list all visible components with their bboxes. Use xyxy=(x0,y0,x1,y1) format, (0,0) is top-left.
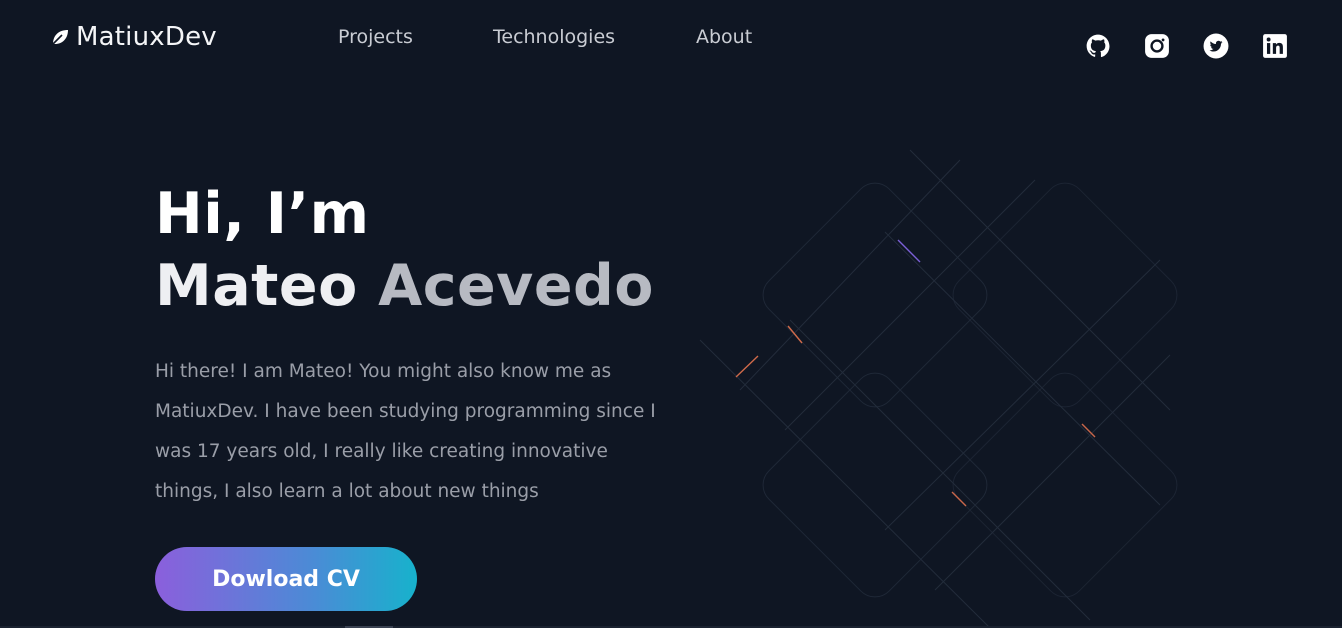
linkedin-icon[interactable] xyxy=(1262,33,1288,59)
brand-name: MatiuxDev xyxy=(76,22,217,52)
hero-intro: Hi there! I am Mateo! You might also kno… xyxy=(155,361,656,502)
brand-logo[interactable]: MatiuxDev xyxy=(50,22,217,52)
nav-technologies[interactable]: Technologies xyxy=(493,26,615,48)
hero-name: Mateo Acevedo xyxy=(155,250,654,322)
hero-title: Hi, I’m Mateo Acevedo xyxy=(155,178,654,322)
nav-about[interactable]: About xyxy=(696,26,752,48)
download-cv-button[interactable]: Dowload CV xyxy=(155,547,417,611)
portfolio-page: MatiuxDev Projects Technologies About Hi… xyxy=(0,0,1342,628)
social-links xyxy=(1085,33,1288,59)
decorative-grid-graphic xyxy=(699,149,1178,628)
nav-projects[interactable]: Projects xyxy=(338,26,413,48)
instagram-icon[interactable] xyxy=(1144,33,1170,59)
hero-greeting: Hi, I’m xyxy=(155,181,370,247)
github-icon[interactable] xyxy=(1085,33,1111,59)
hero-last-name: Acevedo xyxy=(378,253,654,319)
hero-first-name: Mateo xyxy=(155,253,358,319)
twitter-icon[interactable] xyxy=(1203,33,1229,59)
leaf-icon xyxy=(50,27,70,47)
